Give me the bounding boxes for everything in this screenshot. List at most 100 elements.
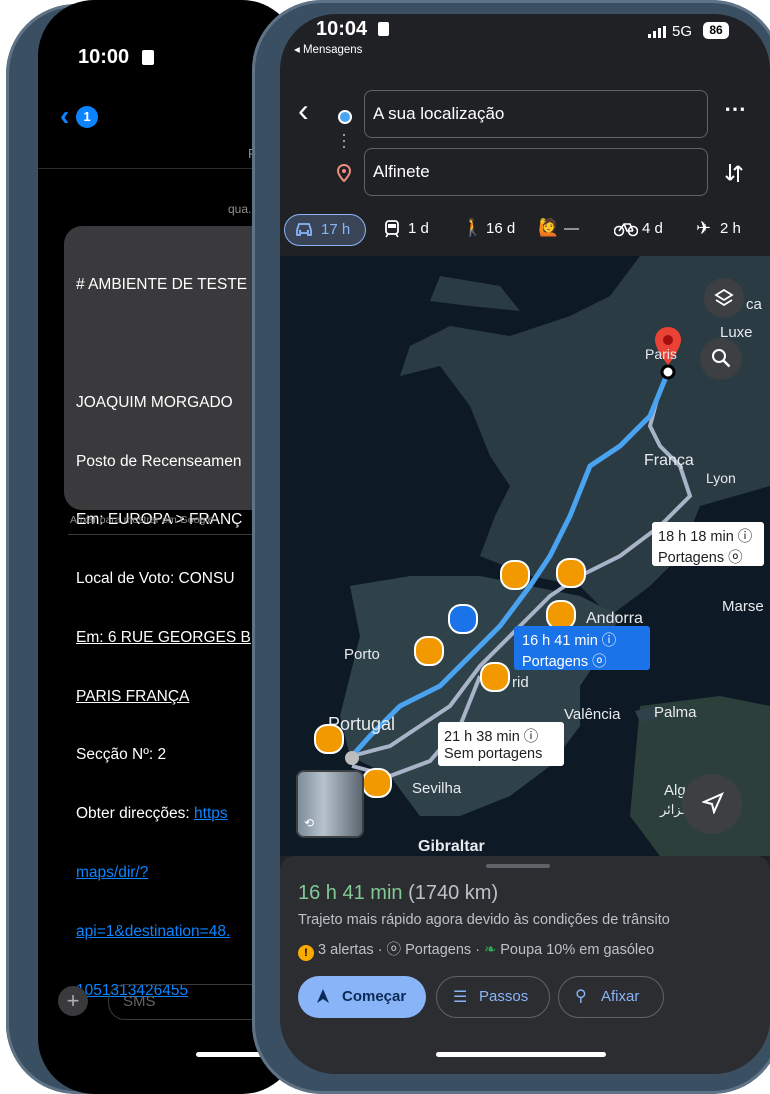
speed-camera-icon[interactable] [414, 636, 444, 666]
network-label: 5G [672, 23, 693, 40]
route-time: 18 h 18 min ⓘ [658, 529, 753, 545]
message-line: Secção Nº: 2 [76, 746, 167, 764]
city-label-ca: ca [746, 296, 762, 313]
route-summary: 16 h 41 min (1740 km) [298, 882, 498, 905]
address-link[interactable]: Em: 6 RUE GEORGES B [76, 628, 251, 648]
status-time: 10:00 [78, 46, 130, 68]
ride-icon: 🙋 [538, 218, 560, 237]
more-options-button[interactable]: ⋯ [724, 96, 746, 122]
country-label-france: França [644, 452, 694, 469]
mode-tab-walk[interactable]: 🚶 16 d [462, 218, 524, 242]
street-view-thumbnail[interactable]: ⟲ [296, 770, 364, 838]
speed-camera-icon[interactable] [314, 724, 344, 754]
route-sheet: 16 h 41 min (1740 km) Trajeto mais rápid… [280, 856, 770, 1074]
maps-link[interactable]: https [194, 805, 228, 822]
speed-camera-icon[interactable] [480, 662, 510, 692]
navigation-arrow-icon [702, 792, 724, 814]
maps-link[interactable]: api=1&destination=48. [76, 922, 251, 942]
navigation-icon [316, 988, 330, 1004]
mode-tab-flight[interactable]: ✈ 2 h [696, 218, 766, 242]
route-tolls: Portagens ⓞ [522, 654, 607, 670]
city-label-valencia: Valência [564, 706, 621, 723]
destination-pin-icon [337, 164, 351, 182]
walk-icon: 🚶 [462, 218, 484, 237]
maps-link[interactable]: maps/dir/? [76, 863, 251, 883]
alerts-count: 3 alertas [318, 942, 374, 958]
mode-label: 2 h [720, 220, 741, 237]
route-bubble-alt-no-tolls[interactable]: 21 h 38 min ⓘ Sem portagens [438, 722, 564, 766]
search-map-button[interactable] [700, 338, 742, 380]
add-attachment-button[interactable]: + [58, 986, 88, 1016]
car-icon [295, 221, 313, 237]
pin-hint: Afixar para mostrar em Google [70, 514, 214, 526]
mode-label: 1 d [408, 220, 429, 237]
route-duration: 16 h 41 min [298, 882, 403, 904]
sms-placeholder: SMS [123, 993, 156, 1010]
layers-icon [714, 288, 734, 308]
fuel-savings: Poupa 10% em gasóleo [500, 942, 655, 958]
map-view[interactable]: Paris Luxe ca França Lyon Andorra Marse … [280, 256, 770, 856]
route-bubble-alt-tolls[interactable]: 18 h 18 min ⓘ Portagens ⓞ [652, 522, 764, 566]
route-tolls: Portagens ⓞ [658, 550, 743, 566]
city-label-gibraltar: Gibraltar [418, 838, 485, 855]
city-label-sevilla: Sevilha [412, 780, 462, 797]
mode-label: 16 d [486, 220, 516, 237]
route-tolls: Sem portagens [444, 746, 543, 762]
start-button[interactable]: Começar [298, 976, 426, 1018]
speed-camera-icon[interactable] [556, 558, 586, 588]
mode-tab-ride[interactable]: 🙋 — [538, 218, 594, 242]
destination-value: Alfinete [373, 162, 430, 181]
tolls-label: Portagens [405, 942, 472, 958]
city-label-madrid: rid [512, 674, 529, 691]
message-line: Obter direcções: https [76, 805, 228, 823]
toll-icon: ⓞ [386, 942, 402, 958]
transit-icon [384, 220, 400, 238]
route-time: 21 h 38 min ⓘ [444, 729, 539, 745]
destination-input[interactable]: Alfinete [364, 148, 708, 196]
address-link[interactable]: PARIS FRANÇA [76, 687, 251, 707]
back-arrow-icon[interactable]: ‹ [298, 94, 322, 128]
home-indicator [436, 1052, 606, 1057]
eco-leaf-icon: ❧ [484, 942, 497, 958]
message-line: JOAQUIM MORGADO [76, 393, 233, 411]
speed-camera-icon[interactable] [362, 768, 392, 798]
speed-camera-icon[interactable] [500, 560, 530, 590]
chevron-left-icon: ‹ [60, 100, 70, 131]
england-coast [430, 276, 520, 311]
mode-label: 4 d [642, 220, 663, 237]
message-line [76, 334, 251, 354]
recenter-button[interactable] [682, 774, 742, 834]
battery-indicator: 86 [703, 22, 729, 39]
pin-button[interactable]: ⚲ Afixar [558, 976, 664, 1018]
back-button[interactable]: ‹ 1 [58, 100, 104, 131]
unread-badge: 1 [76, 106, 98, 128]
police-report-icon[interactable] [448, 604, 478, 634]
status-time: 10:04 [316, 18, 368, 40]
pin-label: Afixar [601, 988, 640, 1005]
sim-icon [142, 50, 154, 65]
route-description: Trajeto mais rápido agora devido às cond… [298, 912, 670, 928]
message-line: Posto de Recenseamen [76, 452, 242, 470]
destination-marker [660, 364, 676, 380]
mode-tab-bike[interactable]: 4 d [614, 218, 676, 242]
start-label: Começar [342, 988, 407, 1005]
pin-icon: ⚲ [575, 988, 587, 1005]
mode-tab-transit[interactable]: 1 d [384, 218, 444, 242]
swap-icon[interactable] [724, 162, 744, 184]
drag-handle[interactable] [486, 864, 550, 868]
route-info-row: ! 3 alertas · ⓞ Portagens · ❧ Poupa 10% … [298, 938, 654, 961]
alert-icon: ! [298, 945, 314, 961]
back-to-messages[interactable]: ◂ Mensagens [294, 42, 362, 56]
city-label-marseille: Marse [722, 598, 764, 615]
mode-tab-car[interactable]: 17 h [284, 214, 366, 246]
street-view-icon: ⟲ [304, 816, 315, 830]
layers-button[interactable] [704, 278, 744, 318]
city-label-porto: Porto [344, 646, 380, 663]
maps-screen: 10:04 ◂ Mensagens 5G 86 ‹ A sua localiza… [280, 14, 770, 1074]
steps-label: Passos [479, 988, 529, 1005]
list-icon: ☰ [453, 989, 468, 1006]
steps-button[interactable]: ☰ Passos [436, 976, 550, 1018]
route-bubble-primary[interactable]: 16 h 41 min ⓘ Portagens ⓞ [514, 626, 650, 670]
search-icon [711, 348, 731, 368]
origin-input[interactable]: A sua localização [364, 90, 708, 138]
